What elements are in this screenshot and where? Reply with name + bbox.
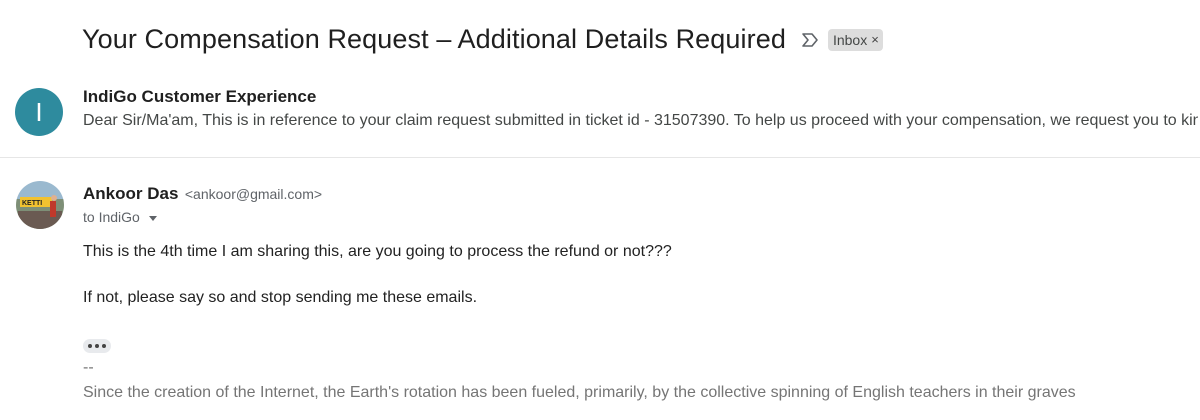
- sender-email: <ankoor@gmail.com>: [184, 186, 323, 202]
- dot-icon: [88, 344, 92, 348]
- message-snippet[interactable]: Dear Sir/Ma'am, This is in reference to …: [83, 112, 1198, 130]
- message-body-line: If not, please say so and stop sending m…: [83, 289, 478, 306]
- sender-name[interactable]: IndiGo Customer Experience: [83, 87, 316, 107]
- message-body-line: This is the 4th time I am sharing this, …: [83, 243, 672, 260]
- avatar[interactable]: KETTI: [16, 181, 64, 229]
- dot-icon: [102, 344, 106, 348]
- avatar-badge-text: KETTI: [22, 200, 42, 207]
- importance-marker-icon[interactable]: [800, 30, 820, 50]
- sender-line: Ankoor Das <ankoor@gmail.com>: [83, 184, 322, 204]
- email-subject: Your Compensation Request – Additional D…: [82, 24, 786, 54]
- inbox-label-chip[interactable]: Inbox ×: [827, 28, 883, 51]
- signature-separator: --: [83, 359, 94, 376]
- label-text: Inbox: [832, 31, 868, 48]
- chevron-down-icon[interactable]: [148, 215, 157, 221]
- thread-header: Your Compensation Request – Additional D…: [82, 24, 883, 55]
- message-divider: [0, 157, 1200, 158]
- dot-icon: [95, 344, 99, 348]
- recipient-details-toggle[interactable]: to IndiGo: [83, 209, 157, 225]
- close-icon[interactable]: ×: [871, 33, 879, 46]
- avatar[interactable]: I: [15, 88, 63, 136]
- signature: Since the creation of the Internet, the …: [83, 384, 1076, 401]
- show-trimmed-content-button[interactable]: [83, 339, 111, 353]
- sender-name[interactable]: Ankoor Das: [83, 184, 178, 203]
- to-line: to IndiGo: [83, 209, 140, 225]
